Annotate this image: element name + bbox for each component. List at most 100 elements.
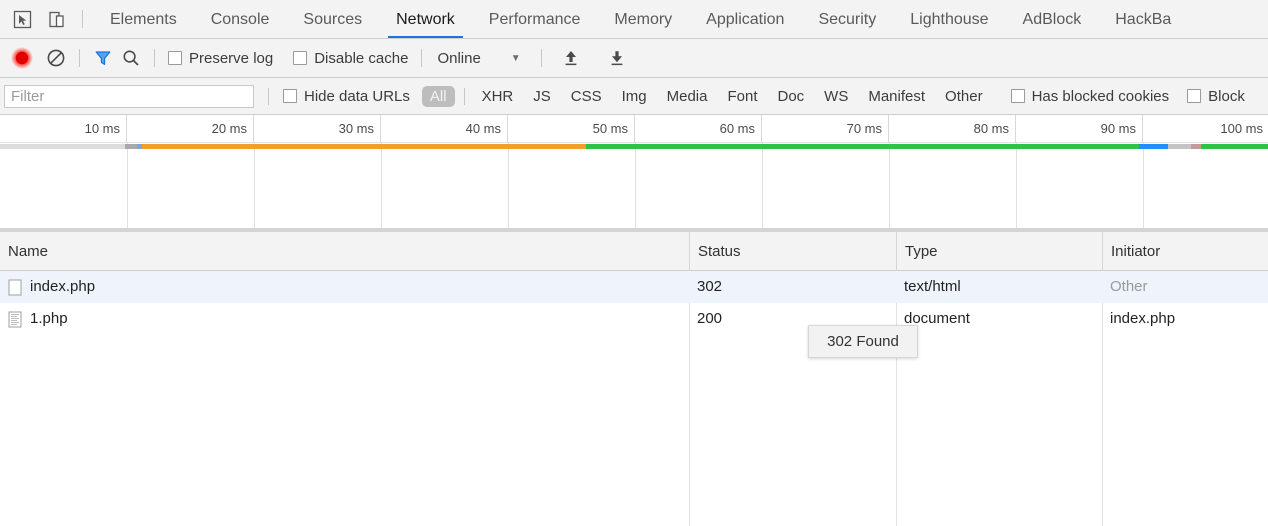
overview-band-queueing <box>0 144 125 149</box>
request-name: 1.php <box>30 310 68 327</box>
overview-band-gray2 <box>1168 144 1191 149</box>
tab-performance[interactable]: Performance <box>472 0 598 38</box>
overview-band-download2 <box>1201 144 1268 149</box>
clear-no-entry-icon[interactable] <box>42 44 70 72</box>
blocked-requests-checkbox[interactable]: Block <box>1183 88 1249 105</box>
cell-value-status: 200 <box>697 310 723 327</box>
has-blocked-cookies-checkbox[interactable]: Has blocked cookies <box>1007 88 1174 105</box>
tab-hackba[interactable]: HackBa <box>1098 0 1188 38</box>
overview-band-blue <box>1139 144 1168 149</box>
column-header-status[interactable]: Status <box>689 232 896 271</box>
resource-type-filters: All XHR JS CSS Img Media Font Doc WS Manifest Othe… <box>420 85 993 107</box>
timeline-tick: 60 ms <box>635 115 762 143</box>
overview-gridline <box>635 143 636 232</box>
devtools-tab-bar: Elements Console Sources Network Performance… <box>0 0 1268 39</box>
column-header-name[interactable]: Name <box>0 232 689 271</box>
overview-band-stalled <box>125 144 137 149</box>
filter-divider-1 <box>268 87 269 105</box>
preserve-log-label: Preserve log <box>189 49 274 67</box>
tab-lighthouse[interactable]: Lighthouse <box>893 0 1005 38</box>
tab-bar-divider <box>82 10 83 28</box>
cell-name: 1.php <box>0 303 689 335</box>
timeline-tick: 80 ms <box>889 115 1016 143</box>
type-filter-ws[interactable]: WS <box>816 86 856 107</box>
overview-band-pink <box>1191 144 1201 149</box>
tab-console[interactable]: Console <box>194 0 287 38</box>
timeline-tick: 20 ms <box>127 115 254 143</box>
cell-name: index.php <box>0 271 689 303</box>
device-toggle-icon[interactable] <box>42 5 70 33</box>
hide-data-urls-box <box>283 89 297 103</box>
hide-data-urls-checkbox[interactable]: Hide data URLs <box>279 88 414 105</box>
overview-gridline <box>1016 143 1017 232</box>
has-blocked-cookies-label: Has blocked cookies <box>1031 87 1170 105</box>
timeline-tick: 70 ms <box>762 115 889 143</box>
type-filter-all[interactable]: All <box>421 85 455 107</box>
type-filter-manifest[interactable]: Manifest <box>860 86 933 107</box>
blocked-requests-box <box>1187 89 1202 103</box>
hide-data-urls-label: Hide data URLs <box>304 87 410 105</box>
cell-value-type: text/html <box>904 278 961 295</box>
tab-network[interactable]: Network <box>379 0 472 38</box>
tab-bar-icon-group <box>0 5 93 33</box>
type-filter-xhr[interactable]: XHR <box>474 86 522 107</box>
cell-initiator: index.php <box>1102 303 1268 335</box>
tab-application[interactable]: Application <box>689 0 801 38</box>
disable-cache-checkbox[interactable]: Disable cache <box>289 50 412 67</box>
cell-type: text/html <box>896 271 1102 303</box>
timeline-tick: 40 ms <box>381 115 508 143</box>
throttle-dropdown[interactable]: Online ▼ <box>431 50 526 67</box>
import-har-up-arrow-icon[interactable] <box>557 44 585 72</box>
devtools-window: Elements Console Sources Network Performance… <box>0 0 1268 526</box>
preserve-log-box <box>168 51 182 65</box>
overview-gridline <box>889 143 890 232</box>
request-name: index.php <box>30 278 96 295</box>
toolbar-divider-1 <box>79 49 80 67</box>
toolbar-divider-3 <box>421 49 423 67</box>
overview-gridline <box>381 143 382 232</box>
overview-gridline <box>254 143 255 232</box>
network-overview[interactable]: 10 ms 20 ms 30 ms 40 ms 50 ms 60 ms 70 ms 80 ms… <box>0 115 1268 232</box>
type-filter-font[interactable]: Font <box>719 86 765 107</box>
cell-type: document <box>896 303 1102 335</box>
overview-band-download <box>586 144 1139 149</box>
toolbar-divider-4 <box>540 49 542 67</box>
overview-gridline <box>508 143 509 232</box>
document-blank-icon <box>8 279 22 295</box>
timeline-tick: 10 ms <box>0 115 127 143</box>
tab-security[interactable]: Security <box>801 0 893 38</box>
inspect-cursor-icon[interactable] <box>8 5 36 33</box>
type-filter-media[interactable]: Media <box>659 86 716 107</box>
export-har-down-arrow-icon[interactable] <box>603 44 631 72</box>
type-filter-doc[interactable]: Doc <box>769 86 812 107</box>
tab-sources[interactable]: Sources <box>286 0 379 38</box>
column-header-type[interactable]: Type <box>896 232 1102 271</box>
initiator-link[interactable]: index.php <box>1110 310 1175 327</box>
timeline-tick: 30 ms <box>254 115 381 143</box>
tab-adblock[interactable]: AdBlock <box>1006 0 1099 38</box>
type-filter-other[interactable]: Other <box>937 86 991 107</box>
filter-input[interactable] <box>4 84 254 108</box>
record-circle-icon[interactable] <box>8 44 36 72</box>
status-tooltip: 302 Found <box>808 325 918 358</box>
overview-gridline <box>1143 143 1144 232</box>
preserve-log-checkbox[interactable]: Preserve log <box>164 50 277 67</box>
table-header-row: Name Status Type Initiator <box>0 232 1268 271</box>
table-row[interactable]: index.php 302 text/html Other <box>0 271 1268 303</box>
table-row[interactable]: 1.php 200 document index.php <box>0 303 1268 335</box>
tab-elements[interactable]: Elements <box>93 0 194 38</box>
type-filter-css[interactable]: CSS <box>563 86 610 107</box>
disable-cache-box <box>293 51 308 65</box>
column-header-initiator[interactable]: Initiator <box>1102 232 1268 271</box>
type-filter-js[interactable]: JS <box>525 86 559 107</box>
cell-value-initiator: Other <box>1110 278 1148 295</box>
overview-band-waiting <box>142 144 586 149</box>
cell-value-status: 302 <box>697 278 723 295</box>
search-magnifier-icon[interactable] <box>117 44 145 72</box>
tab-list: Elements Console Sources Network Performance… <box>93 0 1188 38</box>
filter-funnel-icon[interactable] <box>89 44 117 72</box>
type-filter-img[interactable]: Img <box>614 86 655 107</box>
network-filter-bar: Hide data URLs All XHRJSCSSImgMediaFontDo… <box>0 78 1268 115</box>
timeline-ruler: 10 ms 20 ms 30 ms 40 ms 50 ms 60 ms 70 ms 80 ms… <box>0 115 1268 143</box>
tab-memory[interactable]: Memory <box>597 0 689 38</box>
